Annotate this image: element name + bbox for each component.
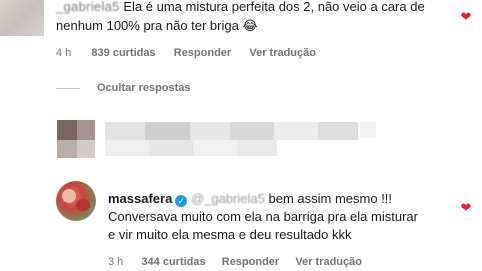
comment-time: 4 h — [56, 47, 72, 59]
likes-count[interactable]: 839 curtidas — [91, 47, 155, 59]
commenter-avatar[interactable] — [0, 0, 44, 36]
comment-text-line1: Ela é uma mistura perfeita dos 2, não ve… — [123, 0, 425, 14]
comment-text-line2: nenhum 100% pra não ter briga 😂 — [56, 18, 258, 33]
comment-meta: 4 h 839 curtidas Responder Ver tradução — [56, 47, 316, 59]
heart-icon[interactable]: ❤ — [459, 10, 473, 24]
reply-text-line2: Conversava muito com ela na barriga pra … — [108, 209, 418, 224]
reply-time: 3 h — [108, 256, 124, 268]
massafera-avatar[interactable] — [56, 181, 96, 221]
hide-replies-button[interactable]: Ocultar respostas — [97, 82, 191, 94]
reply-line-1: massafera ✓ @_gabriela5 bem assim mesmo !… — [108, 190, 392, 208]
reply-see-translation-button[interactable]: Ver tradução — [295, 256, 362, 268]
reply-text-line3: e vir muito ela mesma e deu resultado kk… — [108, 227, 352, 242]
verified-badge-icon: ✓ — [175, 195, 188, 207]
reply-reply-button[interactable]: Responder — [222, 256, 279, 268]
censored-comment — [0, 110, 482, 170]
reply-text-line1: bem assim mesmo !!! — [268, 191, 393, 206]
comment-line-1: _gabriela5 Ela é uma mistura perfeita do… — [56, 0, 425, 16]
comment-username[interactable]: _gabriela5 — [56, 0, 120, 14]
heart-icon[interactable]: ❤ — [459, 201, 473, 215]
reply-mention[interactable]: @_gabriela5 — [191, 191, 265, 206]
reply-username[interactable]: massafera — [108, 191, 172, 206]
reply-likes-count[interactable]: 344 curtidas — [141, 256, 205, 268]
reply-meta: 3 h 344 curtidas Responder Ver tradução — [108, 256, 362, 268]
replies-divider — [56, 88, 80, 89]
see-translation-button[interactable]: Ver tradução — [249, 47, 316, 59]
reply-button[interactable]: Responder — [174, 47, 231, 59]
